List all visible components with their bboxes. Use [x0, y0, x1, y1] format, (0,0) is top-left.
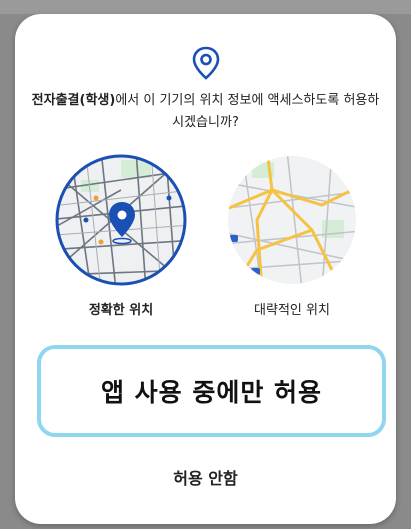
allow-while-using-app-button[interactable]: 앱 사용 중에만 허용 [37, 345, 386, 437]
option-precise-location[interactable]: 정확한 위치 [41, 150, 201, 320]
precise-location-map-icon [55, 154, 187, 286]
deny-button[interactable]: 허용 안함 [110, 460, 301, 494]
option-label-approximate: 대략적인 위치 [254, 303, 330, 318]
permission-message: 전자출결(학생)에서 이 기기의 위치 정보에 액세스하도록 허용하시겠습니까? [30, 90, 381, 134]
backdrop [0, 0, 411, 14]
option-label-precise: 정확한 위치 [88, 303, 154, 318]
option-approximate-location[interactable]: 대략적인 위치 [212, 150, 372, 320]
approximate-location-map-icon [228, 156, 356, 284]
location-pin-icon [192, 46, 220, 80]
app-name: 전자출결(학생) [31, 93, 116, 108]
message-text: 에서 이 기기의 위치 정보에 액세스하도록 허용하시겠습니까? [115, 93, 380, 130]
